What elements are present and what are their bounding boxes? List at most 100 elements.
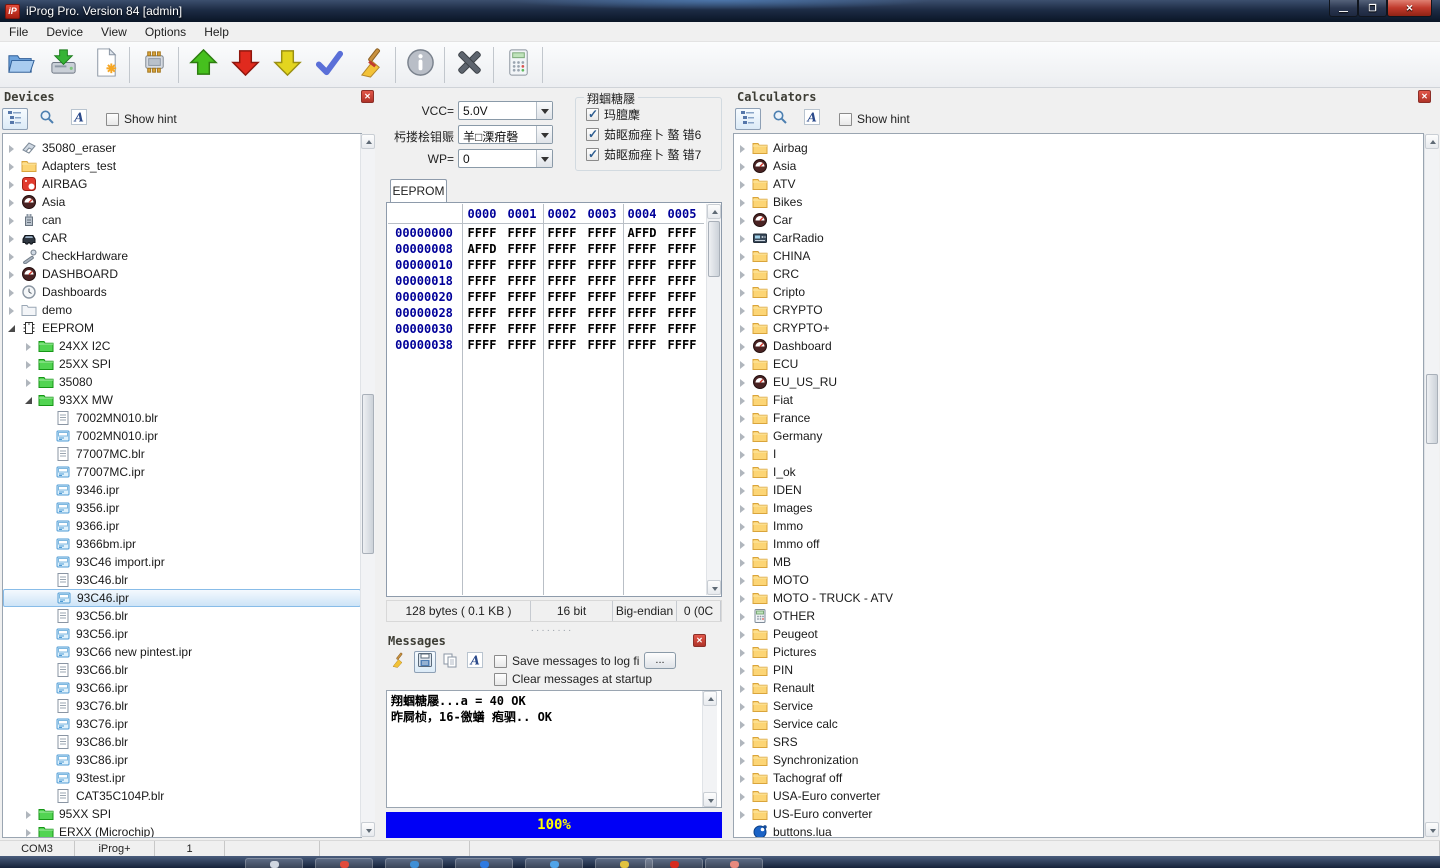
close-x-button[interactable]: [448, 45, 490, 85]
messages-scrollbar[interactable]: [702, 691, 717, 807]
tree-item-93c66-ipr[interactable]: 93C66.ipr: [3, 679, 361, 697]
tree-item-other[interactable]: OTHER: [734, 607, 1423, 625]
clear-startup-checkbox[interactable]: [494, 673, 507, 686]
copy-messages-button[interactable]: [439, 651, 461, 673]
tree-item-france[interactable]: France: [734, 409, 1423, 427]
expand-arrow-icon[interactable]: [738, 233, 749, 244]
tree-item-dashboard[interactable]: DASHBOARD: [3, 265, 361, 283]
hex-cell[interactable]: FFFF: [622, 305, 662, 321]
expand-arrow-icon[interactable]: [738, 359, 749, 370]
hex-cell[interactable]: FFFF: [542, 321, 582, 337]
hex-cell[interactable]: FFFF: [502, 273, 542, 289]
expand-arrow-icon[interactable]: [738, 215, 749, 226]
tree-item-moto[interactable]: MOTO: [734, 571, 1423, 589]
calculator-button[interactable]: [497, 45, 539, 85]
tree-item-peugeot[interactable]: Peugeot: [734, 625, 1423, 643]
taskbar-button[interactable]: [455, 858, 513, 868]
expand-arrow-icon[interactable]: [738, 791, 749, 802]
check-blue-button[interactable]: [308, 45, 350, 85]
browse-log-button[interactable]: ...: [644, 652, 676, 669]
expand-arrow-icon[interactable]: [738, 323, 749, 334]
expand-arrow-icon[interactable]: [738, 161, 749, 172]
taskbar-button[interactable]: [385, 858, 443, 868]
tree-item-cat35c104p-blr[interactable]: CAT35C104P.blr: [3, 787, 361, 805]
hex-cell[interactable]: FFFF: [542, 257, 582, 273]
tree-item-adapters-test[interactable]: Adapters_test: [3, 157, 361, 175]
devices-show-hint-checkbox[interactable]: [106, 113, 119, 126]
expand-arrow-icon[interactable]: [7, 179, 18, 190]
menu-view[interactable]: View: [92, 23, 136, 41]
expand-arrow-icon[interactable]: [7, 233, 18, 244]
tree-item-airbag[interactable]: Airbag: [734, 139, 1423, 157]
hex-cell[interactable]: FFFF: [582, 321, 622, 337]
arrow-up-green-button[interactable]: [182, 45, 224, 85]
expand-arrow-icon[interactable]: [7, 251, 18, 262]
tree-item-tachograf-off[interactable]: Tachograf off: [734, 769, 1423, 787]
expand-arrow-icon[interactable]: [738, 593, 749, 604]
hex-cell[interactable]: FFFF: [662, 337, 702, 353]
tree-item-35080[interactable]: 35080: [3, 373, 361, 391]
expand-arrow-icon[interactable]: [738, 449, 749, 460]
tree-item-i-ok[interactable]: I_ok: [734, 463, 1423, 481]
taskbar-button[interactable]: [315, 858, 373, 868]
scroll-up-icon[interactable]: [703, 691, 717, 706]
devices-treeview-button[interactable]: [2, 108, 28, 130]
hex-cell[interactable]: FFFF: [462, 273, 502, 289]
messages-close-icon[interactable]: [693, 634, 706, 647]
devices-font-button[interactable]: A: [66, 108, 92, 130]
hex-cell[interactable]: FFFF: [502, 289, 542, 305]
expand-arrow-icon[interactable]: [738, 611, 749, 622]
tree-item-93c66-blr[interactable]: 93C66.blr: [3, 661, 361, 679]
menu-file[interactable]: File: [0, 23, 37, 41]
hex-cell[interactable]: FFFF: [462, 321, 502, 337]
chevron-down-icon[interactable]: [536, 102, 552, 119]
hex-cell[interactable]: AFFD: [622, 225, 662, 241]
hex-cell[interactable]: FFFF: [662, 289, 702, 305]
tree-item-buttons-lua[interactable]: buttons.lua: [734, 823, 1423, 838]
save-log-checkbox[interactable]: [494, 655, 507, 668]
tree-item-fiat[interactable]: Fiat: [734, 391, 1423, 409]
expand-arrow-icon[interactable]: [24, 341, 35, 352]
hex-cell[interactable]: FFFF: [662, 305, 702, 321]
expand-arrow-icon[interactable]: [738, 521, 749, 532]
tree-item-9346-ipr[interactable]: 9346.ipr: [3, 481, 361, 499]
hex-cell[interactable]: FFFF: [662, 257, 702, 273]
expand-arrow-icon[interactable]: [738, 341, 749, 352]
calculators-font-button[interactable]: A: [799, 108, 825, 130]
chevron-down-icon[interactable]: [536, 150, 552, 167]
hex-cell[interactable]: AFFD: [462, 241, 502, 257]
tree-item-77007mc-ipr[interactable]: 77007MC.ipr: [3, 463, 361, 481]
scroll-thumb[interactable]: [1426, 374, 1438, 444]
tree-item-dashboard[interactable]: Dashboard: [734, 337, 1423, 355]
tree-item-9366bm-ipr[interactable]: 9366bm.ipr: [3, 535, 361, 553]
expand-arrow-icon[interactable]: [738, 269, 749, 280]
hex-cell[interactable]: FFFF: [502, 225, 542, 241]
expand-arrow-icon[interactable]: [738, 377, 749, 388]
expand-arrow-icon[interactable]: [738, 719, 749, 730]
hex-cell[interactable]: FFFF: [542, 241, 582, 257]
broom-button[interactable]: [350, 45, 392, 85]
expand-arrow-icon[interactable]: [7, 215, 18, 226]
hex-cell[interactable]: FFFF: [582, 273, 622, 289]
tree-item-usa-euro-converter[interactable]: USA-Euro converter: [734, 787, 1423, 805]
hex-cell[interactable]: FFFF: [582, 289, 622, 305]
expand-arrow-icon[interactable]: [7, 287, 18, 298]
menu-device[interactable]: Device: [37, 23, 92, 41]
scroll-thumb[interactable]: [708, 221, 720, 277]
tree-item-93xx-mw[interactable]: 93XX MW: [3, 391, 361, 409]
option-checkbox[interactable]: [586, 148, 599, 161]
tree-item-7002mn010-blr[interactable]: 7002MN010.blr: [3, 409, 361, 427]
tree-item-car[interactable]: CAR: [3, 229, 361, 247]
expand-arrow-icon[interactable]: [24, 359, 35, 370]
expand-arrow-icon[interactable]: [738, 485, 749, 496]
hex-cell[interactable]: FFFF: [502, 257, 542, 273]
tree-item-asia[interactable]: Asia: [3, 193, 361, 211]
expand-arrow-icon[interactable]: [7, 305, 18, 316]
expand-arrow-icon[interactable]: [738, 179, 749, 190]
taskbar-button[interactable]: [705, 858, 763, 868]
save-button[interactable]: [42, 45, 84, 85]
hex-cell[interactable]: FFFF: [582, 241, 622, 257]
expand-arrow-icon[interactable]: [7, 161, 18, 172]
expand-arrow-icon[interactable]: [738, 287, 749, 298]
tree-item-service[interactable]: Service: [734, 697, 1423, 715]
